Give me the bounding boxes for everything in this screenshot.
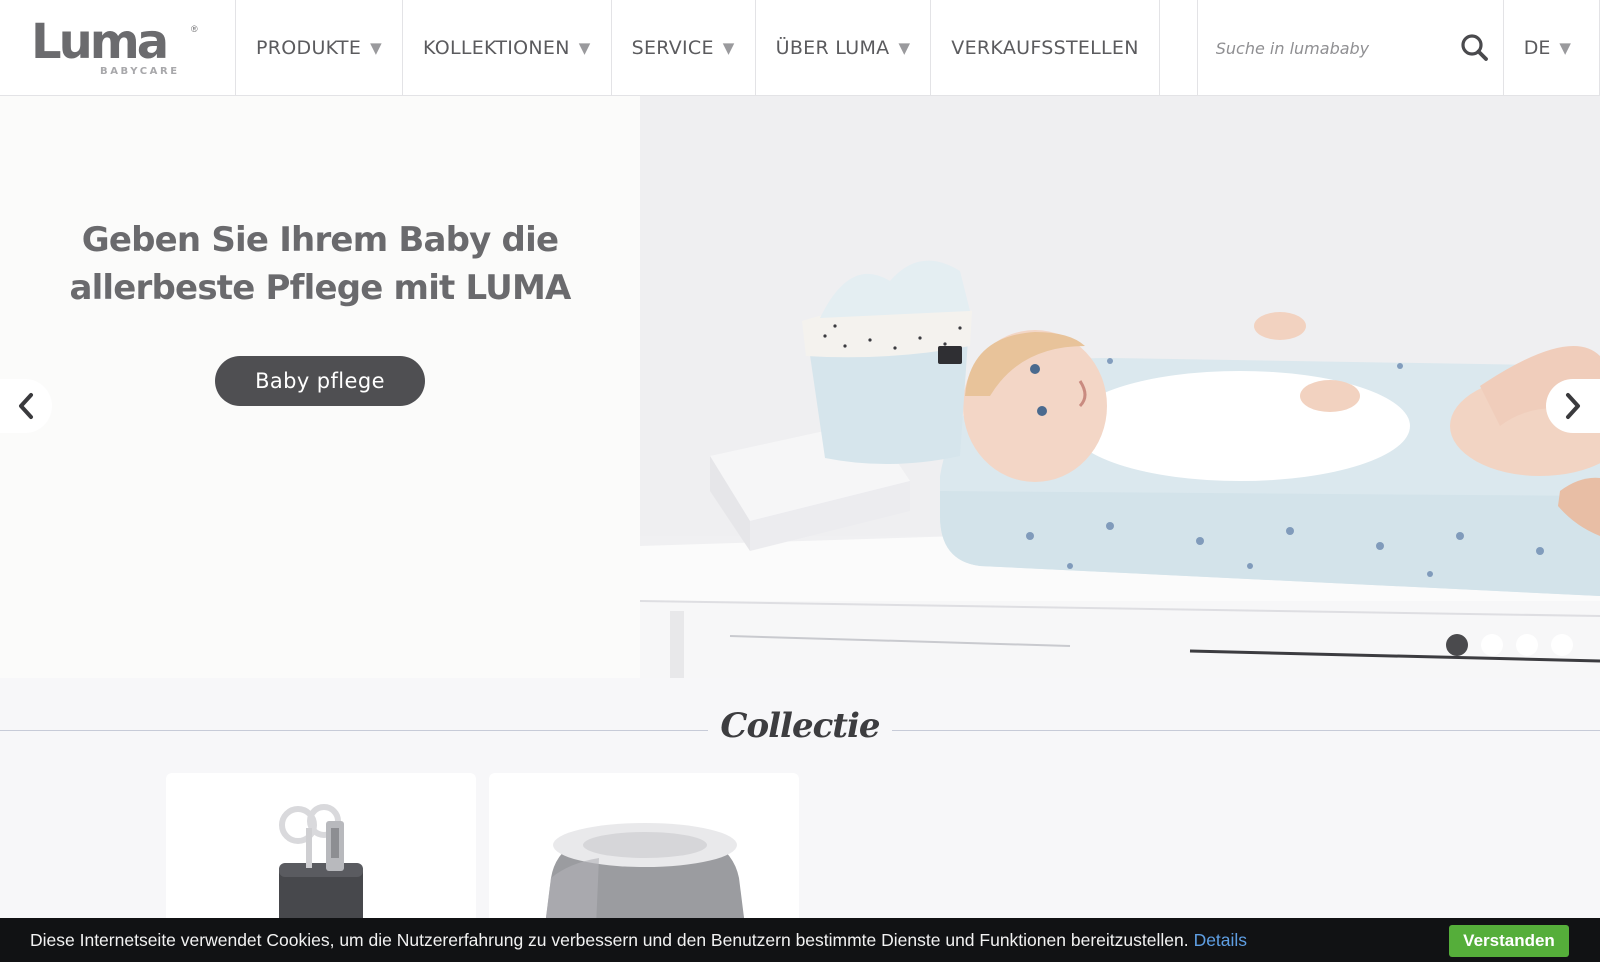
cookie-message-text: Diese Internetseite verwendet Cookies, u… bbox=[30, 930, 1189, 950]
cookie-details-link[interactable]: Details bbox=[1194, 930, 1248, 950]
nav-item-verkaufsstellen[interactable]: VERKAUFSSTELLEN bbox=[931, 0, 1160, 96]
slider-dot-1[interactable] bbox=[1446, 634, 1468, 656]
slider-dot-3[interactable] bbox=[1516, 634, 1538, 656]
slider-dot-2[interactable] bbox=[1481, 634, 1503, 656]
language-current: DE bbox=[1523, 37, 1551, 59]
nav-item-ueber-luma[interactable]: ÜBER LUMA ▼ bbox=[756, 0, 932, 96]
nav-item-label: VERKAUFSSTELLEN bbox=[951, 37, 1139, 59]
caret-down-icon: ▼ bbox=[370, 39, 382, 57]
registered-mark: ® bbox=[191, 24, 198, 34]
logo-subtext: BABYCARE bbox=[100, 66, 180, 77]
logo-wordmark: Luma bbox=[31, 14, 169, 70]
slider-next-button[interactable] bbox=[1546, 379, 1600, 433]
hero-title-line-2: allerbeste Pflege mit LUMA bbox=[69, 268, 571, 308]
search-input[interactable] bbox=[1215, 30, 1446, 66]
hero-title-line-1: Geben Sie Ihrem Baby die bbox=[81, 220, 559, 260]
nav-item-produkte[interactable]: PRODUKTE ▼ bbox=[236, 0, 403, 96]
search-button[interactable] bbox=[1459, 32, 1491, 64]
caret-down-icon: ▼ bbox=[722, 39, 735, 57]
collection-heading-row: Collectie bbox=[0, 706, 1600, 750]
cookie-accept-button[interactable]: Verstanden bbox=[1449, 925, 1569, 957]
nav-item-label: SERVICE bbox=[631, 37, 714, 59]
chevron-left-icon bbox=[19, 393, 33, 419]
hero-text-panel: Geben Sie Ihrem Baby die allerbeste Pfle… bbox=[0, 96, 640, 678]
nav-item-kollektionen[interactable]: KOLLEKTIONEN ▼ bbox=[403, 0, 612, 96]
site-header: Luma ® BABYCARE PRODUKTE ▼ KOLLEKTIONEN … bbox=[0, 0, 1600, 96]
caret-down-icon: ▼ bbox=[578, 39, 591, 57]
hero-image bbox=[639, 96, 1600, 678]
hero-title: Geben Sie Ihrem Baby die allerbeste Pfle… bbox=[40, 216, 600, 312]
chevron-right-icon bbox=[1566, 393, 1580, 419]
slider-dot-4[interactable] bbox=[1551, 634, 1573, 656]
nav-item-label: PRODUKTE bbox=[256, 37, 362, 59]
slider-pagination bbox=[1446, 634, 1573, 656]
heading-rule-left bbox=[0, 730, 708, 731]
hero-slider: Geben Sie Ihrem Baby die allerbeste Pfle… bbox=[0, 96, 1600, 678]
caret-down-icon: ▼ bbox=[898, 39, 911, 57]
heading-rule-right bbox=[892, 730, 1600, 731]
nav-item-label: KOLLEKTIONEN bbox=[423, 37, 570, 59]
luma-logo[interactable]: Luma ® BABYCARE bbox=[0, 0, 236, 96]
nav-divider bbox=[1160, 0, 1198, 96]
search-icon bbox=[1461, 34, 1488, 61]
language-selector[interactable]: DE ▼ bbox=[1504, 0, 1600, 96]
slider-prev-button[interactable] bbox=[0, 379, 52, 433]
cookie-banner: Diese Internetseite verwendet Cookies, u… bbox=[0, 918, 1600, 962]
collection-heading: Collectie bbox=[720, 706, 880, 746]
nav-item-label: ÜBER LUMA bbox=[775, 37, 890, 59]
caret-down-icon: ▼ bbox=[1559, 39, 1571, 57]
baby-pflege-button[interactable]: Baby pflege bbox=[215, 356, 425, 406]
main-nav: PRODUKTE ▼ KOLLEKTIONEN ▼ SERVICE ▼ ÜBER… bbox=[236, 0, 1198, 96]
nav-item-service[interactable]: SERVICE ▼ bbox=[612, 0, 756, 96]
search-box bbox=[1198, 0, 1504, 96]
cookie-message: Diese Internetseite verwendet Cookies, u… bbox=[30, 930, 1247, 951]
